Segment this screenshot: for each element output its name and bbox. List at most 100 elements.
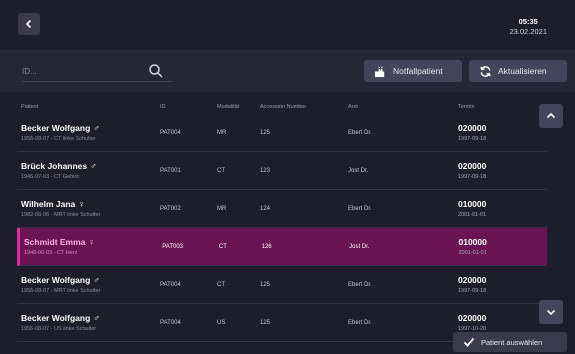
arzt: Ebert Dr. xyxy=(348,129,372,136)
patient-detail: 1956-08-07 - MRT linke Schulter xyxy=(21,288,101,294)
patient-cell: Becker Wolfgang ♂ 1956-08-07 - US linke … xyxy=(17,313,160,332)
patient-id: PAT004 xyxy=(160,281,181,288)
patient-detail: 1982-08-06 - MRT linke Schulter xyxy=(21,212,101,218)
table-row[interactable]: Schmidt Emma ♀ 1948-06-03 - CT Herz PAT0… xyxy=(17,228,547,266)
termin-code: 020000 xyxy=(458,123,487,133)
refresh-icon xyxy=(480,65,491,77)
check-icon xyxy=(463,337,475,347)
patient-id: PAT001 xyxy=(160,167,181,174)
table-row[interactable]: Brück Johannes ♂ 1945-07-03 - CT Gehirn … xyxy=(17,152,547,190)
select-patient-label: Patient auswählen xyxy=(481,337,543,347)
arzt: Ebert Dr. xyxy=(348,205,372,212)
modality: MR xyxy=(217,205,227,212)
col-header-accession: Accession Number xyxy=(260,104,307,110)
arzt: Jost Dr. xyxy=(348,167,369,174)
gender-icon: ♂ xyxy=(93,123,101,133)
accession-number: 124 xyxy=(260,205,271,212)
patient-name: Brück Johannes xyxy=(21,161,88,171)
patient-id: PAT004 xyxy=(160,129,181,136)
top-bar: 05:35 23.02.2021 xyxy=(0,0,575,50)
col-header-modality: Modalität xyxy=(217,104,240,110)
accession-number: 125 xyxy=(260,319,271,326)
table-row[interactable]: Becker Wolfgang ♂ 1956-08-07 - CT linke … xyxy=(17,114,547,152)
search-toolbar: Notfallpatient Aktualisieren xyxy=(0,50,575,92)
scroll-up-button[interactable] xyxy=(539,104,563,128)
gender-icon: ♂ xyxy=(93,313,101,323)
refresh-button[interactable]: Aktualisieren xyxy=(469,60,567,82)
gender-icon: ♂ xyxy=(93,275,101,285)
patient-cell: Brück Johannes ♂ 1945-07-03 - CT Gehirn xyxy=(17,161,160,180)
col-header-id: ID xyxy=(160,104,166,110)
worklist-table: Patient ID Modalität Accession Number Ar… xyxy=(17,100,547,342)
patient-name: Becker Wolfgang xyxy=(21,275,91,285)
arzt: Ebert Dr. xyxy=(348,281,372,288)
col-header-patient: Patient xyxy=(21,104,39,110)
termin-cell: 010000 2001-01-01 xyxy=(458,199,547,218)
patient-detail: 1948-06-03 - CT Herz xyxy=(24,250,78,256)
patient-detail: 1945-07-03 - CT Gehirn xyxy=(21,174,80,180)
termin-date: 1997-09-18 xyxy=(458,288,487,294)
termin-date: 1997-09-18 xyxy=(458,174,487,180)
accession-number: 125 xyxy=(260,129,271,136)
accession-number: 125 xyxy=(260,281,271,288)
clock: 05:35 23.02.2021 xyxy=(509,17,547,37)
table-header: Patient ID Modalität Accession Number Ar… xyxy=(17,100,547,114)
termin-cell: 020000 1997-09-18 xyxy=(458,275,547,294)
table-row[interactable]: Becker Wolfgang ♂ 1956-08-07 - MRT linke… xyxy=(17,266,547,304)
patient-cell: Becker Wolfgang ♂ 1956-08-07 - CT linke … xyxy=(17,123,160,142)
termin-cell: 020000 1997-10-20 xyxy=(458,313,547,332)
modality: MR xyxy=(217,129,227,136)
chevron-up-icon xyxy=(546,112,556,119)
arzt: Jost Dr. xyxy=(349,243,370,250)
modality: US xyxy=(217,319,226,326)
patient-name: Wilhelm Jana xyxy=(21,199,76,209)
patient-id: PAT004 xyxy=(160,319,181,326)
clock-date: 23.02.2021 xyxy=(509,27,547,36)
termin-code: 010000 xyxy=(458,199,487,209)
patient-name-line: Becker Wolfgang ♂ xyxy=(21,123,160,133)
col-header-arzt: Arzt xyxy=(348,104,358,110)
termin-date: 1997-09-18 xyxy=(458,136,487,142)
termin-code: 010000 xyxy=(458,237,487,247)
termin-cell: 010000 2001-01-01 xyxy=(459,237,548,256)
patient-name-line: Brück Johannes ♂ xyxy=(21,161,160,171)
termin-code: 020000 xyxy=(458,161,487,171)
patient-name-line: Wilhelm Jana ♀ xyxy=(21,199,160,209)
patient-name-line: Becker Wolfgang ♂ xyxy=(21,275,160,285)
termin-date: 2001-01-01 xyxy=(458,212,487,218)
modality: CT xyxy=(217,281,225,288)
patient-id: PAT002 xyxy=(160,205,181,212)
patient-cell: Becker Wolfgang ♂ 1956-08-07 - MRT linke… xyxy=(17,275,160,294)
termin-date: 2001-01-01 xyxy=(458,250,487,256)
patient-detail: 1956-08-07 - CT linke Schulter xyxy=(21,136,96,142)
select-patient-button[interactable]: Patient auswählen xyxy=(453,332,567,352)
accession-number: 123 xyxy=(260,167,271,174)
col-header-termin: Termin xyxy=(458,104,475,110)
accession-number: 126 xyxy=(261,243,272,250)
refresh-label: Aktualisieren xyxy=(498,66,547,76)
patient-id: PAT003 xyxy=(162,243,183,250)
back-button[interactable] xyxy=(18,13,40,35)
patient-detail: 1956-08-07 - US linke Schulter xyxy=(21,326,97,332)
patient-name: Becker Wolfgang xyxy=(21,313,91,323)
add-patient-icon xyxy=(374,65,385,77)
patient-cell: Schmidt Emma ♀ 1948-06-03 - CT Herz xyxy=(20,237,162,256)
chevron-down-icon xyxy=(546,309,556,316)
modality: CT xyxy=(217,167,225,174)
clock-time: 05:35 xyxy=(518,17,538,26)
gender-icon: ♂ xyxy=(90,161,97,171)
scroll-down-button[interactable] xyxy=(539,300,563,324)
emergency-patient-label: Notfallpatient xyxy=(393,66,443,76)
gender-icon: ♀ xyxy=(78,199,85,209)
emergency-patient-button[interactable]: Notfallpatient xyxy=(364,60,462,82)
search-icon[interactable] xyxy=(148,63,164,79)
chevron-left-icon xyxy=(25,19,32,29)
termin-code: 020000 xyxy=(458,313,487,323)
termin-cell: 020000 1997-09-18 xyxy=(458,161,547,180)
termin-code: 020000 xyxy=(458,275,487,285)
patient-cell: Wilhelm Jana ♀ 1982-08-06 - MRT linke Sc… xyxy=(17,199,160,218)
patient-name-line: Becker Wolfgang ♂ xyxy=(21,313,160,323)
gender-icon: ♀ xyxy=(88,237,96,247)
arzt: Ebert Dr. xyxy=(348,319,372,326)
table-row[interactable]: Wilhelm Jana ♀ 1982-08-06 - MRT linke Sc… xyxy=(17,190,547,228)
